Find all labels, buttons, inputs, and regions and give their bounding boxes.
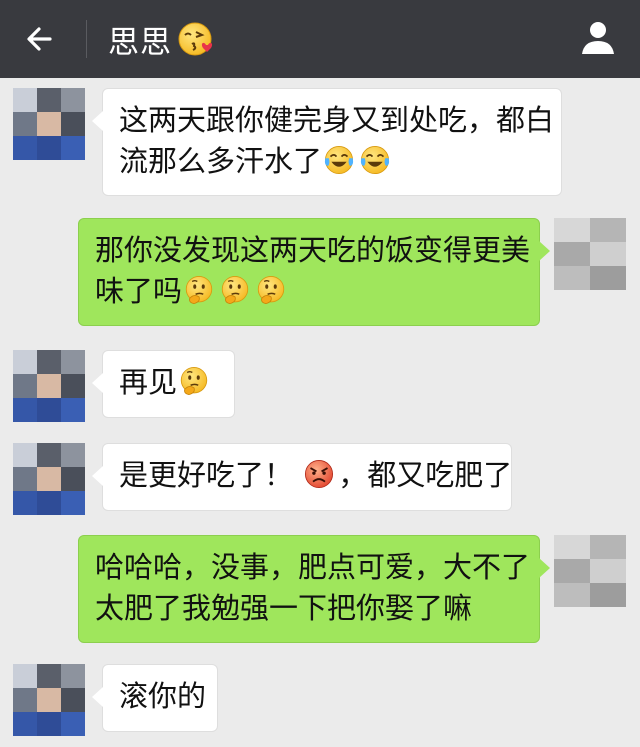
chat-header: 思思	[0, 0, 640, 78]
outgoing-message-bubble[interactable]: 哈哈哈，没事，肥点可爱，大不了 太肥了我勉强一下把你娶了嘛	[78, 535, 550, 643]
incoming-message-bubble[interactable]: 滚你的	[92, 664, 218, 732]
contact-avatar[interactable]	[13, 664, 85, 736]
tears-of-joy-icon	[322, 143, 356, 177]
chat-profile-button[interactable]	[578, 18, 618, 58]
incoming-message-bubble[interactable]: 这两天跟你健完身又到处吃，都白 流那么多汗水了	[92, 88, 562, 196]
message-text: ，都又吃肥了	[338, 458, 513, 492]
message-text: 味了吗	[95, 274, 183, 308]
thinking-face-icon	[177, 364, 211, 398]
chat-title: 思思	[108, 24, 172, 61]
message-text: 这两天跟你健完身又到处吃，都白	[119, 103, 555, 137]
header-divider	[86, 20, 87, 58]
tears-of-joy-icon	[358, 143, 392, 177]
incoming-message-bubble[interactable]: 是更好吃了！ ，都又吃肥了	[92, 443, 513, 511]
my-avatar[interactable]	[554, 218, 626, 290]
message-text: 太肥了我勉强一下把你娶了嘛	[95, 591, 473, 625]
kissing-face-heart-icon	[176, 19, 216, 59]
arrow-left-icon	[27, 27, 52, 51]
message-text: 那你没发现这两天吃的饭变得更美	[95, 233, 531, 267]
thinking-face-icon	[218, 273, 252, 307]
thinking-face-icon	[182, 273, 216, 307]
message-text: 哈哈哈，没事，肥点可爱，大不了	[95, 550, 531, 584]
incoming-message-bubble[interactable]: 再见	[92, 350, 235, 418]
chat-title-area: 思思	[108, 16, 216, 62]
contact-avatar[interactable]	[13, 350, 85, 422]
contact-avatar[interactable]	[13, 88, 85, 160]
my-avatar[interactable]	[554, 535, 626, 607]
outgoing-message-bubble[interactable]: 那你没发现这两天吃的饭变得更美 味了吗	[78, 218, 550, 326]
message-text: 流那么多汗水了	[119, 144, 323, 178]
message-text: 是更好吃了！	[119, 458, 294, 492]
angry-face-icon	[302, 457, 336, 491]
thinking-face-icon	[254, 273, 288, 307]
person-icon	[582, 22, 614, 54]
message-text: 再见	[119, 365, 178, 399]
back-button[interactable]	[20, 17, 64, 61]
contact-avatar[interactable]	[13, 443, 85, 515]
message-text: 滚你的	[119, 679, 207, 713]
